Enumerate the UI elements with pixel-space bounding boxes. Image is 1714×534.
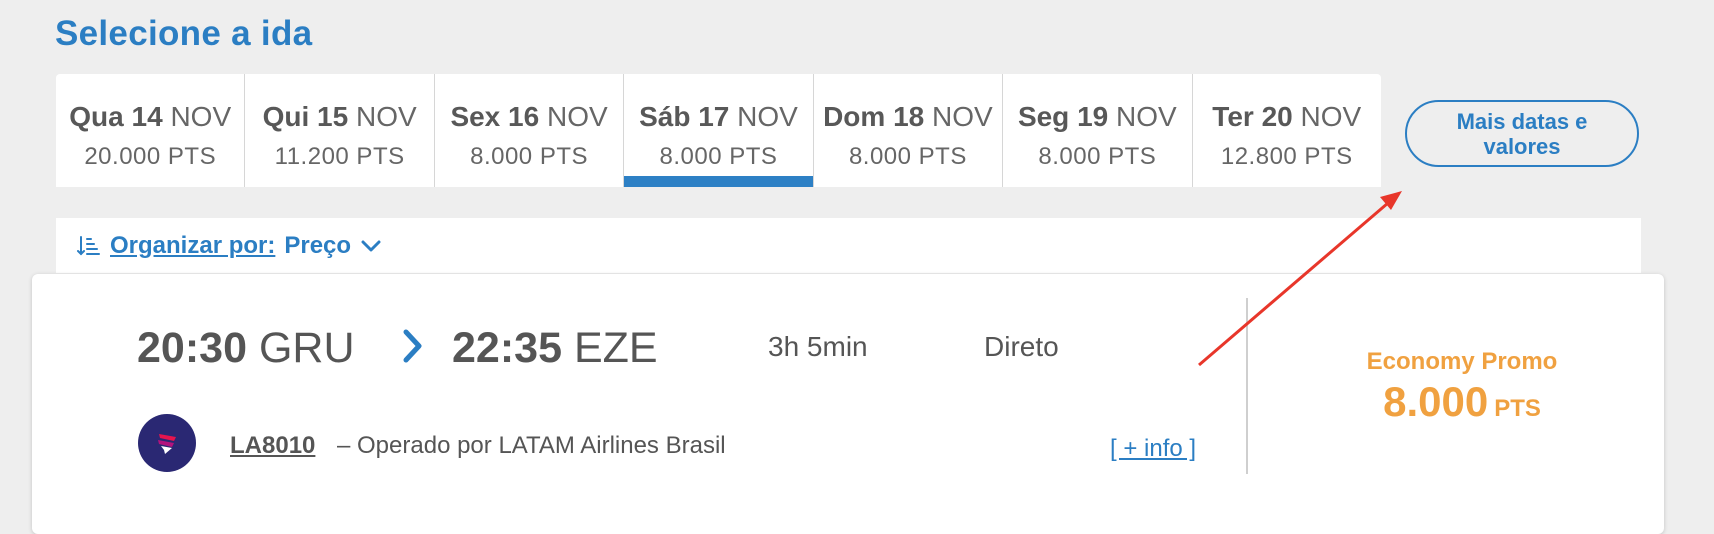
tab-day: Ter 20 — [1212, 101, 1293, 132]
sort-bar: Organizar por: Preço — [56, 218, 1641, 273]
tab-points: 8.000 PTS — [1038, 143, 1157, 170]
flight-stops: Direto — [984, 331, 1059, 362]
arrival-airport: EZE — [573, 324, 658, 372]
tab-day: Sex 16 — [450, 101, 540, 132]
tab-month: NOV — [355, 101, 417, 132]
departure-airport: GRU — [258, 324, 355, 372]
tab-month: NOV — [1116, 101, 1177, 132]
tab-points: 12.800 PTS — [1220, 143, 1353, 170]
departure: 20:30 GRU — [137, 324, 355, 373]
more-dates-button[interactable]: Mais datas e valores — [1405, 100, 1639, 167]
chevron-right-icon — [402, 328, 424, 369]
tab-points: 8.000 PTS — [659, 143, 778, 170]
tab-points: 8.000 PTS — [470, 143, 588, 170]
date-tab-1[interactable]: Qui 15 NOV 11.200 PTS — [245, 74, 435, 187]
tab-month: NOV — [546, 101, 608, 132]
tab-day: Qui 15 — [262, 101, 349, 132]
tab-month: NOV — [737, 101, 798, 132]
tab-month: NOV — [932, 101, 993, 132]
date-tab-3-selected[interactable]: Sáb 17 NOV 8.000 PTS — [624, 74, 814, 187]
date-tab-5[interactable]: Seg 19 NOV 8.000 PTS — [1003, 74, 1193, 187]
tab-month: NOV — [1300, 101, 1362, 132]
chevron-down-icon[interactable] — [361, 239, 381, 253]
arrival: 22:35 EZE — [452, 324, 658, 373]
tab-day: Dom 18 — [823, 101, 925, 132]
arrival-time: 22:35 — [452, 324, 562, 372]
flight-card[interactable]: 20:30 GRU 22:35 EZE 3h 5min Direto LA801… — [32, 274, 1664, 534]
tab-day: Sáb 17 — [639, 101, 730, 132]
tab-points: 20.000 PTS — [84, 143, 217, 170]
flight-duration: 3h 5min — [768, 331, 868, 362]
tab-points: 11.200 PTS — [274, 143, 405, 170]
card-divider — [1246, 298, 1248, 474]
date-tab-6[interactable]: Ter 20 NOV 12.800 PTS — [1193, 74, 1381, 187]
page-title: Selecione a ida — [55, 14, 313, 53]
date-tab-0[interactable]: Qua 14 NOV 20.000 PTS — [56, 74, 246, 187]
sort-value[interactable]: Preço — [284, 232, 351, 260]
more-info-link[interactable]: [ + info ] — [1110, 435, 1196, 463]
fare-price[interactable]: 8.000 PTS — [1267, 378, 1657, 426]
tab-points: 8.000 PTS — [848, 143, 967, 170]
departure-time: 20:30 — [137, 324, 247, 372]
date-tab-4[interactable]: Dom 18 NOV 8.000 PTS — [814, 74, 1004, 187]
fare-points: 8.000 — [1383, 378, 1489, 425]
sort-icon — [76, 234, 100, 258]
tab-month: NOV — [170, 101, 232, 132]
fare-unit: PTS — [1494, 395, 1541, 422]
tab-day: Qua 14 — [69, 101, 163, 132]
date-tab-2[interactable]: Sex 16 NOV 8.000 PTS — [435, 74, 625, 187]
sort-by-link[interactable]: Organizar por: — [110, 232, 275, 260]
flight-number-link[interactable]: LA8010 — [230, 432, 315, 460]
operated-by: – Operado por LATAM Airlines Brasil — [337, 432, 726, 459]
date-tabs: Qua 14 NOV 20.000 PTS Qui 15 NOV 11.200 … — [56, 74, 1381, 187]
fare-class[interactable]: Economy Promo — [1267, 348, 1657, 376]
latam-logo-icon — [138, 414, 196, 472]
tab-day: Seg 19 — [1017, 101, 1109, 132]
